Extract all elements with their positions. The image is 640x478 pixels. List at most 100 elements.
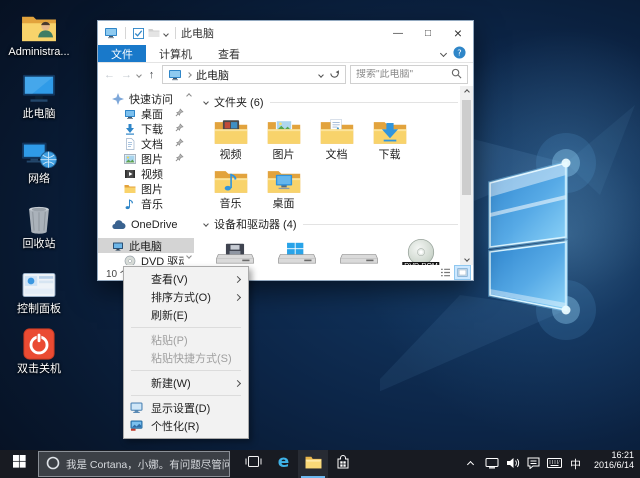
sidebar-item-视频[interactable]: 视频 [98, 166, 194, 181]
desktop-icon-3[interactable]: 回收站 [6, 200, 72, 250]
tray-volume[interactable] [502, 457, 523, 472]
folder-桌面[interactable]: 桌面 [257, 164, 310, 210]
sidebar-scroll-down-icon[interactable] [187, 249, 191, 261]
address-box[interactable]: 此电脑 [162, 65, 346, 84]
forward-icon[interactable]: → [120, 69, 133, 81]
drive-软件 (D:)[interactable]: 软件 (D:) [328, 237, 390, 265]
sidebar-item-DVD 驱动器 (E:) 爱封[interactable]: DVD 驱动器 (E:) 爱封 [98, 253, 194, 265]
desktop-icon-2[interactable]: 网络 [6, 135, 72, 185]
taskbar-app-file-explorer[interactable] [298, 450, 328, 478]
videos-mini-icon [124, 168, 136, 180]
tray-touch-keyboard[interactable] [544, 458, 565, 471]
desktop-icon-0[interactable]: Administra... [6, 8, 72, 58]
menu-item-粘贴快捷方式(S): 粘贴快捷方式(S) [124, 349, 248, 367]
up-icon[interactable]: ↑ [145, 69, 158, 81]
taskbar: 我是 Cortana，小娜。有问题尽管问我。 e 中 16:21 2016/6/… [0, 450, 640, 478]
folder-文档[interactable]: 文档 [310, 115, 363, 161]
search-input[interactable] [356, 69, 451, 80]
scrollbar-thumb[interactable] [462, 100, 471, 195]
ribbon-collapse-icon[interactable] [440, 50, 447, 57]
recent-locations-icon[interactable] [136, 72, 142, 78]
sidebar-item-OneDrive[interactable]: OneDrive [98, 217, 194, 232]
close-button[interactable]: × [443, 21, 473, 45]
sidebar-item-快速访问[interactable]: 快速访问 [98, 91, 194, 106]
content-scrollbar[interactable] [460, 86, 473, 265]
folder-下载[interactable]: 下载 [363, 115, 416, 161]
sidebar-item-此电脑[interactable]: 此电脑 [98, 238, 194, 253]
folder-音乐[interactable]: 音乐 [204, 164, 257, 210]
folder-视频[interactable]: 视频 [204, 115, 257, 161]
sidebar-item-label: 音乐 [141, 196, 163, 211]
control-panel-icon [6, 265, 72, 301]
store-icon [336, 455, 350, 474]
drive-软盘驱动器 (A:)[interactable]: 软盘驱动器 (A:) [204, 237, 266, 265]
menu-item-刷新(E)[interactable]: 刷新(E) [124, 306, 248, 324]
address-dropdown-icon[interactable] [318, 72, 324, 78]
folder-mini-icon [124, 183, 136, 195]
drive-floppy-icon [204, 237, 266, 265]
drive-plain-icon [328, 237, 390, 265]
menu-item-个性化(R)[interactable]: 个性化(R) [124, 417, 248, 435]
taskbar-app-edge[interactable]: e [268, 450, 298, 478]
qat-new-folder-icon[interactable] [148, 27, 160, 39]
tray-network[interactable] [481, 457, 502, 472]
menu-item-label: 排序方式(O) [151, 289, 211, 305]
power-icon [6, 325, 72, 361]
refresh-icon[interactable] [329, 68, 340, 82]
taskbar-app-task-view[interactable] [238, 450, 268, 478]
maximize-button[interactable]: □ [413, 21, 443, 45]
tray-tray-expand[interactable] [460, 458, 481, 470]
group-header[interactable]: 设备和驱动器 (4) [204, 216, 458, 232]
group-header[interactable]: 文件夹 (6) [204, 94, 458, 110]
desktop-icon-5[interactable]: 双击关机 [6, 325, 72, 375]
taskbar-clock[interactable]: 16:21 2016/6/14 [586, 450, 640, 478]
tab-文件[interactable]: 文件 [98, 45, 146, 62]
folder-图片[interactable]: 图片 [257, 115, 310, 161]
view-details-button[interactable] [437, 265, 454, 280]
view-thumbs-button[interactable] [454, 265, 471, 280]
sidebar-item-桌面[interactable]: 桌面 [98, 106, 194, 121]
item-label: 视频 [204, 149, 257, 161]
start-button[interactable] [0, 450, 38, 478]
ime-indicator[interactable]: 中 [565, 456, 586, 472]
qat-properties-icon[interactable] [133, 28, 144, 39]
minimize-button[interactable]: — [383, 21, 413, 45]
tab-查看[interactable]: 查看 [205, 45, 253, 62]
tray-action-center[interactable] [523, 457, 544, 472]
dvd-icon: DVD-ROM [390, 237, 452, 265]
scroll-up-icon[interactable] [464, 89, 470, 95]
sidebar-item-图片[interactable]: 图片 [98, 151, 194, 166]
folder-documents-icon [310, 115, 363, 147]
back-icon[interactable]: ← [103, 69, 116, 81]
scroll-down-icon[interactable] [464, 256, 470, 262]
sidebar-item-音乐[interactable]: 音乐 [98, 196, 194, 211]
qat-customize-icon[interactable] [164, 27, 168, 39]
sidebar-item-图片[interactable]: 图片 [98, 181, 194, 196]
desktop-icon-label: Administra... [6, 46, 72, 58]
search-icon[interactable] [451, 68, 462, 82]
help-icon[interactable]: ? [453, 46, 466, 62]
menu-item-查看(V)[interactable]: 查看(V) [124, 270, 248, 288]
drive-系统 (C:)[interactable]: 系统 (C:) [266, 237, 328, 265]
ribbon-tabs: 文件计算机查看 ? [98, 45, 473, 63]
sidebar-item-下载[interactable]: 下载 [98, 121, 194, 136]
desktop-icon-4[interactable]: 控制面板 [6, 265, 72, 315]
taskbar-app-store[interactable] [328, 450, 358, 478]
cortana-icon [46, 456, 60, 473]
group-collapse-icon[interactable] [203, 99, 209, 105]
pin-icon [175, 138, 184, 150]
tab-计算机[interactable]: 计算机 [146, 45, 205, 62]
ribbon-right: ? [441, 45, 473, 62]
menu-item-显示设置(D)[interactable]: 显示设置(D) [124, 399, 248, 417]
sidebar-scroll-up-icon[interactable] [187, 89, 191, 101]
desktop: Administra...此电脑网络回收站控制面板双击关机 此电脑 —□× 文件… [0, 0, 640, 478]
group-collapse-icon[interactable] [203, 221, 209, 227]
desktop-icon-1[interactable]: 此电脑 [6, 70, 72, 120]
sidebar-item-文档[interactable]: 文档 [98, 136, 194, 151]
menu-item-排序方式(O)[interactable]: 排序方式(O) [124, 288, 248, 306]
explorer-icon [305, 455, 322, 474]
menu-item-新建(W)[interactable]: 新建(W) [124, 374, 248, 392]
breadcrumb-path[interactable]: 此电脑 [196, 67, 229, 83]
cortana-search-box[interactable]: 我是 Cortana，小娜。有问题尽管问我。 [38, 451, 230, 477]
drive-DVD 驱动器 (E:) 爱封 …[interactable]: DVD-ROMDVD 驱动器 (E:) 爱封 … [390, 237, 452, 265]
